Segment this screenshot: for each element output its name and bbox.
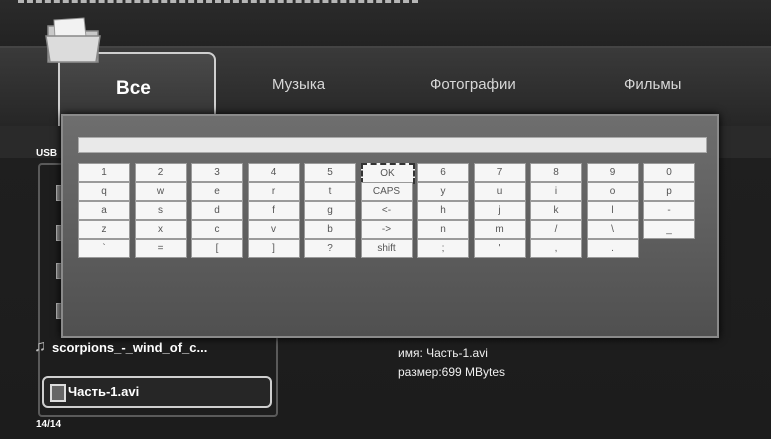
key-char[interactable]: \ [586,220,639,239]
key-char[interactable]: 4 [247,163,300,182]
key-char[interactable]: r [247,182,300,201]
key-char[interactable]: s [134,201,187,220]
key-char[interactable]: a [78,201,130,220]
key-char[interactable]: n [417,220,469,239]
key-char[interactable]: t [304,182,356,201]
key-char[interactable]: z [78,220,130,239]
key-char[interactable]: ; [417,239,469,258]
tab-photos[interactable]: Фотографии [430,76,516,93]
key-arrow[interactable]: -> [360,220,413,239]
key-char[interactable]: f [247,201,300,220]
key-char[interactable]: ] [247,239,300,258]
file-item-music[interactable]: scorpions_-_wind_of_c... [52,340,207,355]
key-char[interactable]: - [643,201,695,220]
key-char[interactable]: o [586,182,639,201]
key-char[interactable]: [ [191,239,243,258]
key-char[interactable]: j [473,201,526,220]
file-name-info: имя: Часть-1.avi [398,346,488,360]
tab-all-label: Все [116,78,151,99]
key-char[interactable]: 8 [530,163,582,182]
key-char[interactable]: u [473,182,526,201]
key-char[interactable]: v [247,220,300,239]
key-char[interactable]: 1 [78,163,130,182]
key-char[interactable]: w [134,182,187,201]
key-char[interactable]: g [304,201,356,220]
key-char[interactable]: ' [473,239,526,258]
file-item-selected[interactable]: Часть-1.avi [42,376,272,408]
key-char[interactable]: 9 [586,163,639,182]
tab-music[interactable]: Музыка [272,76,325,93]
key-char[interactable]: ? [304,239,356,258]
key-char[interactable]: h [417,201,469,220]
key-char[interactable]: l [586,201,639,220]
video-file-icon [50,384,66,402]
key-char[interactable]: m [473,220,526,239]
key-char[interactable]: i [530,182,582,201]
key-char[interactable]: = [134,239,187,258]
key-char[interactable]: e [191,182,243,201]
folder-icon [45,17,101,63]
key-char[interactable]: q [78,182,130,201]
key-char[interactable]: y [417,182,469,201]
key-char[interactable]: k [530,201,582,220]
keyboard-input-field[interactable] [78,137,707,153]
key-char[interactable]: c [191,220,243,239]
key-char[interactable]: 0 [643,163,695,182]
key-caps[interactable]: CAPS [360,182,413,201]
key-char[interactable]: , [530,239,582,258]
key-char[interactable]: 3 [191,163,243,182]
key-char[interactable]: 7 [473,163,526,182]
key-char[interactable]: 2 [134,163,187,182]
key-char[interactable]: 6 [417,163,469,182]
key-shift[interactable]: shift [360,239,413,258]
key-char[interactable]: 5 [304,163,356,182]
key-ok[interactable]: OK [360,163,415,184]
key-char[interactable]: p [643,182,695,201]
key-char[interactable]: _ [643,220,695,239]
key-char[interactable]: x [134,220,187,239]
top-divider [18,0,418,11]
key-char[interactable]: d [191,201,243,220]
music-note-icon: ♫ [34,338,46,355]
key-char[interactable]: . [586,239,639,258]
item-count: 14/14 [36,419,62,430]
media-browser-screen: Все Музыка Фотографии Фильмы USB ♫ scorp… [0,0,771,439]
onscreen-keyboard: 1 2 3 4 5 OK 6 7 8 9 0 q w e r t CAPS y u i o p a s d f g <- h j k l - z x… [61,114,719,338]
file-size-info: размер:699 MBytes [398,365,506,379]
tab-films[interactable]: Фильмы [624,76,681,93]
file-item-selected-label: Часть-1.avi [68,384,140,399]
key-arrow[interactable]: <- [360,201,413,220]
key-char[interactable]: ` [78,239,130,258]
key-char[interactable]: b [304,220,356,239]
key-char[interactable]: / [530,220,582,239]
source-label: USB [36,148,58,159]
